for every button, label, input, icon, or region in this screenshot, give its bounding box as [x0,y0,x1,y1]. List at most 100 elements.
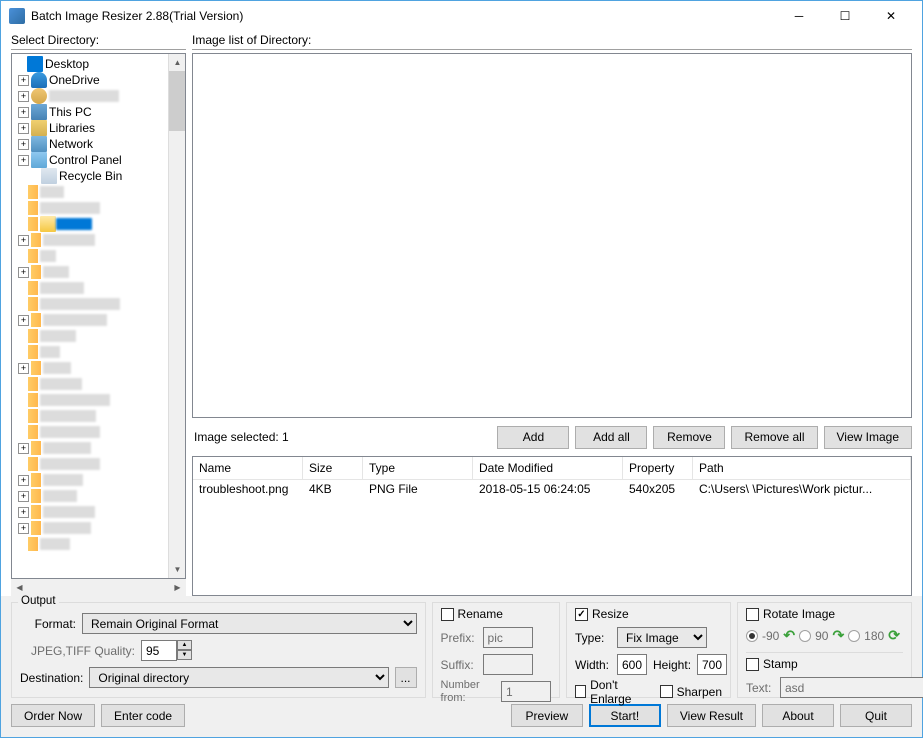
directory-tree[interactable]: Desktop +OneDrive + +This PC +Libraries … [11,53,186,579]
image-selected-status: Image selected: 1 [192,430,491,444]
tree-desktop[interactable]: Desktop [45,57,89,71]
network-icon [31,136,47,152]
th-size[interactable]: Size [303,457,363,479]
dont-enlarge-label: Don't Enlarge [590,678,650,706]
tree-scrollbar-vertical[interactable]: ▲ ▼ [168,54,185,578]
app-icon [9,8,25,24]
rename-checkbox[interactable] [441,608,454,621]
minimize-button[interactable]: ─ [776,1,822,31]
tree-thispc[interactable]: This PC [49,105,92,119]
expand-icon[interactable]: + [18,91,29,102]
suffix-input [483,654,533,675]
type-label: Type: [575,631,611,645]
destination-label: Destination: [20,671,83,685]
width-input[interactable] [617,654,647,675]
pc-icon [31,104,47,120]
rotate-pos90-radio [799,630,811,642]
image-list-label: Image list of Directory: [192,31,912,50]
rotate-checkbox-label: Rotate Image [763,607,835,621]
stamp-text-input [780,677,923,698]
tree-controlpanel[interactable]: Control Panel [49,153,122,167]
td-type: PNG File [363,480,473,500]
rotate-180-icon: ⟳ [888,627,900,644]
tree-scrollbar-horizontal[interactable]: ◀ ▶ [11,579,186,596]
dont-enlarge-checkbox[interactable] [575,685,586,698]
remove-all-button[interactable]: Remove all [731,426,817,449]
order-now-button[interactable]: Order Now [11,704,95,727]
number-input [501,681,551,702]
rename-group: Rename Prefix: Suffix: Number from: [432,602,560,698]
format-label: Format: [20,617,76,631]
number-label: Number from: [441,679,495,703]
tree-libraries[interactable]: Libraries [49,121,95,135]
table-header: Name Size Type Date Modified Property Pa… [193,457,911,480]
image-preview-area [192,53,912,418]
th-date[interactable]: Date Modified [473,457,623,479]
start-button[interactable]: Start! [589,704,661,727]
cloud-icon [31,72,47,88]
sharpen-checkbox[interactable] [660,685,673,698]
output-group: Output Format: Remain Original Format JP… [11,602,426,698]
rotate-neg90-radio [746,630,758,642]
rename-checkbox-label: Rename [458,607,503,621]
td-size: 4KB [303,480,363,500]
user-icon [31,88,47,104]
file-table[interactable]: Name Size Type Date Modified Property Pa… [192,456,912,596]
prefix-label: Prefix: [441,631,477,645]
quality-spinner[interactable]: ▲▼ [141,640,192,661]
recyclebin-icon [41,168,57,184]
view-image-button[interactable]: View Image [824,426,912,449]
enter-code-button[interactable]: Enter code [101,704,185,727]
prefix-input [483,627,533,648]
rotate-checkbox[interactable] [746,608,759,621]
expand-icon[interactable]: + [18,75,29,86]
width-label: Width: [575,658,611,672]
window-title: Batch Image Resizer 2.88(Trial Version) [31,9,776,23]
maximize-button[interactable]: ☐ [822,1,868,31]
rotate-left-icon: ↶ [783,627,795,644]
spin-up-icon[interactable]: ▲ [177,640,192,650]
close-button[interactable]: ✕ [868,1,914,31]
destination-select[interactable]: Original directory [89,667,388,688]
tree-recyclebin[interactable]: Recycle Bin [59,169,122,183]
view-result-button[interactable]: View Result [667,704,756,727]
th-type[interactable]: Type [363,457,473,479]
expand-icon[interactable]: + [18,139,29,150]
th-property[interactable]: Property [623,457,693,479]
stamp-checkbox-label: Stamp [763,657,798,671]
th-name[interactable]: Name [193,457,303,479]
resize-checkbox-label: Resize [592,607,629,621]
controlpanel-icon [31,152,47,168]
tree-network[interactable]: Network [49,137,93,151]
rotate-stamp-group: Rotate Image -90↶ 90↷ 180⟳ Stamp Text: F… [737,602,912,698]
expand-icon[interactable]: + [18,107,29,118]
add-button[interactable]: Add [497,426,569,449]
td-date: 2018-05-15 06:24:05 [473,480,623,500]
add-all-button[interactable]: Add all [575,426,647,449]
quality-input[interactable] [141,640,177,661]
height-input[interactable] [697,654,727,675]
table-row[interactable]: troubleshoot.png 4KB PNG File 2018-05-15… [193,480,911,500]
spin-down-icon[interactable]: ▼ [177,650,192,660]
format-select[interactable]: Remain Original Format [82,613,417,634]
height-label: Height: [653,658,691,672]
title-bar: Batch Image Resizer 2.88(Trial Version) … [1,1,922,31]
stamp-checkbox[interactable] [746,658,759,671]
resize-group: Resize Type: Fix Image Width: Height: Do… [566,602,731,698]
expand-icon[interactable]: + [18,123,29,134]
expand-icon[interactable]: + [18,155,29,166]
quit-button[interactable]: Quit [840,704,912,727]
tree-onedrive[interactable]: OneDrive [49,73,100,87]
rotate-180-radio [848,630,860,642]
blurred-item [49,90,119,102]
desktop-icon [27,56,43,72]
th-path[interactable]: Path [693,457,911,479]
resize-type-select[interactable]: Fix Image [617,627,707,648]
remove-button[interactable]: Remove [653,426,725,449]
about-button[interactable]: About [762,704,834,727]
resize-checkbox[interactable] [575,608,588,621]
rotate-right-icon: ↷ [832,627,844,644]
browse-button[interactable]: ... [395,667,417,688]
td-property: 540x205 [623,480,693,500]
preview-button[interactable]: Preview [511,704,583,727]
